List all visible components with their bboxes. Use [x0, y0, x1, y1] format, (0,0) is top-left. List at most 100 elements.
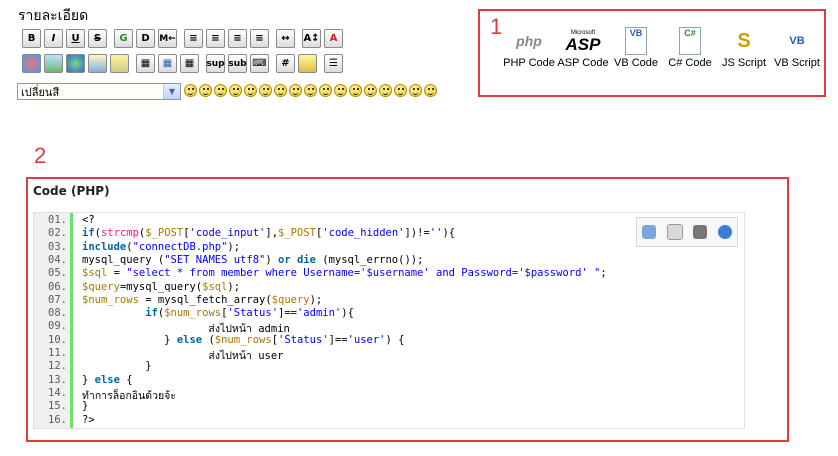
code-line: 07. $num_rows = mysql_fetch_array($query)… [34, 294, 744, 307]
italic-button[interactable]: I [44, 29, 63, 48]
code-button-c-code[interactable]: C# C# Code [662, 25, 718, 69]
code-line: 08. if($num_rows['Status']=='admin'){ [34, 307, 744, 320]
code-area: 01. <? 02. if(strcmp($_POST['code_input'],$… [33, 212, 745, 429]
toolbar-row-1: B I U S G D M← ≡ ≡ ≡ ≡ ↔ A↕ A [22, 29, 346, 48]
js-script-icon: S [737, 29, 751, 52]
hash-button[interactable]: # [276, 54, 295, 73]
underline-button[interactable]: U [66, 29, 85, 48]
line-content: $sql = "select * from member where Usern… [82, 267, 607, 280]
smiley-icon[interactable] [334, 84, 347, 97]
line-number: 01. [48, 214, 67, 226]
smiley-icon[interactable] [394, 84, 407, 97]
align-center-button[interactable]: ≡ [228, 29, 247, 48]
code-line: 16. ?> [34, 414, 744, 427]
code-line: 03. include("connectDB.php"); [34, 241, 744, 254]
smiley-icon[interactable] [304, 84, 317, 97]
line-number: 14. [48, 386, 67, 399]
superscript-button[interactable]: sup [206, 54, 225, 73]
note-icon[interactable] [298, 54, 317, 73]
line-number: 09. [48, 320, 67, 333]
code-block-title: Code (PHP) [33, 184, 110, 198]
code-button-vb-code[interactable]: VB VB Code [608, 25, 664, 69]
smiley-icon[interactable] [349, 84, 362, 97]
code-button-vb-script[interactable]: VB VB Script [769, 25, 825, 69]
align-justify-button[interactable]: ≡ [206, 29, 225, 48]
font-size-button[interactable]: A↕ [302, 29, 321, 48]
hr-button[interactable]: ↔ [276, 29, 295, 48]
list-icon[interactable]: ☰ [324, 54, 343, 73]
shadow-button[interactable]: D [136, 29, 155, 48]
smiley-icon[interactable] [274, 84, 287, 97]
typewriter-icon[interactable]: ⌨ [250, 54, 269, 73]
line-content: include("connectDB.php"); [82, 240, 241, 253]
line-content: } else { [82, 373, 133, 386]
smiley-icon[interactable] [289, 84, 302, 97]
code-line: 06. $query=mysql_query($sql); [34, 281, 744, 294]
line-number: 06. [48, 280, 67, 293]
line-number: 05. [48, 267, 67, 280]
align-left-button[interactable]: ≡ [184, 29, 203, 48]
align-right-button[interactable]: ≡ [250, 29, 269, 48]
code-line: 01. <? [34, 214, 744, 227]
code-button-js-script[interactable]: S JS Script [716, 25, 772, 70]
globe-icon[interactable] [66, 54, 85, 73]
code-line: 14. ทำการล็อกอินด้วยจ้ะ [34, 386, 744, 402]
table-row-icon[interactable]: ▦ [158, 54, 177, 73]
smiley-icon[interactable] [424, 84, 437, 97]
line-content: if($num_rows['Status']=='admin'){ [145, 307, 354, 320]
editor-title: รายละเอียด [18, 8, 89, 24]
line-number: 15. [48, 400, 67, 413]
smiley-icon[interactable] [379, 84, 392, 97]
code-line: 11. ส่งไปหน้า user [34, 347, 744, 362]
bold-button[interactable]: B [22, 29, 41, 48]
image-icon[interactable] [44, 54, 63, 73]
quote-icon[interactable] [110, 54, 129, 73]
code-line: 13. } else { [34, 374, 744, 387]
line-number: 13. [48, 373, 67, 386]
color-select[interactable]: เปลี่ยนสี ▼ [17, 83, 181, 100]
smiley-icon[interactable] [229, 84, 242, 97]
code-button-php-code[interactable]: php PHP Code [501, 25, 557, 69]
line-number: 02. [48, 227, 67, 240]
line-number: 11. [48, 347, 67, 359]
code-line: 10. } else ($num_rows['Status']=='user')… [34, 334, 744, 347]
line-number: 07. [48, 293, 67, 306]
table-col-icon[interactable]: ▦ [180, 54, 199, 73]
vb-script-icon: VB [789, 35, 805, 47]
code-button-label: VB Script [774, 57, 820, 69]
line-content: } else ($num_rows['Status']=='user') { [82, 333, 405, 346]
annotation-two: 2 [34, 143, 47, 168]
smiley-icon[interactable] [184, 84, 197, 97]
code-line: 15.} [34, 400, 744, 413]
line-content: <? [82, 214, 95, 226]
php-logo-icon: php [516, 33, 542, 49]
line-content: } [82, 360, 152, 373]
smiley-icon[interactable] [364, 84, 377, 97]
code-line: 04. mysql_query ("SET NAMES utf8") or die… [34, 254, 744, 267]
code-button-label: C# Code [668, 57, 712, 69]
marquee-button[interactable]: M← [158, 29, 177, 48]
chevron-down-icon[interactable]: ▼ [163, 84, 180, 99]
email-icon[interactable] [88, 54, 107, 73]
smiley-icon[interactable] [319, 84, 332, 97]
strike-button[interactable]: S [88, 29, 107, 48]
smiley-icon[interactable] [244, 84, 257, 97]
glow-button[interactable]: G [114, 29, 133, 48]
code-button-label: JS Script [721, 57, 766, 69]
smiley-icon[interactable] [259, 84, 272, 97]
code-button-asp-code[interactable]: Microsoft ASP ASP Code [555, 25, 611, 70]
smiley-bar [184, 84, 439, 97]
csharp-file-icon: C# [679, 25, 701, 57]
subscript-button[interactable]: sub [228, 54, 247, 73]
vb-file-icon: VB [625, 25, 647, 57]
smiley-icon[interactable] [214, 84, 227, 97]
color-select-value: เปลี่ยนสี [21, 85, 60, 99]
smiley-icon[interactable] [199, 84, 212, 97]
font-color-button[interactable]: A [324, 29, 343, 48]
flash-icon[interactable] [22, 54, 41, 73]
code-line: 09. ส่งไปหน้า admin [34, 320, 744, 335]
line-number: 08. [48, 307, 67, 320]
line-content: if(strcmp($_POST['code_input'],$_POST['c… [82, 227, 456, 240]
smiley-icon[interactable] [409, 84, 422, 97]
table-icon[interactable]: ▦ [136, 54, 155, 73]
